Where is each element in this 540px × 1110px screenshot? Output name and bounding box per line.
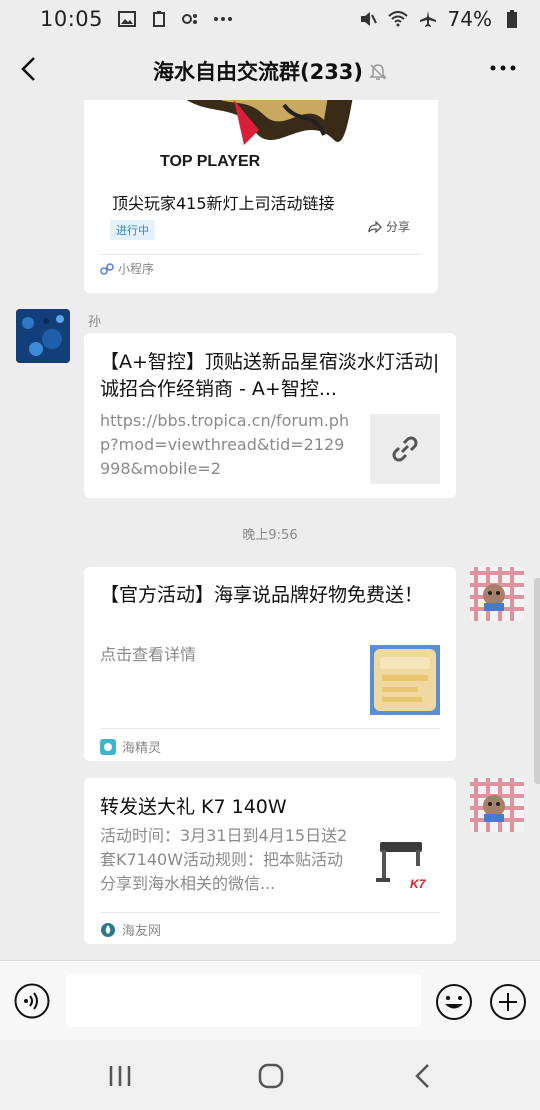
status-time: 10:05 bbox=[40, 7, 104, 31]
link-icon bbox=[392, 436, 418, 462]
mini-program-footer: 小程序 bbox=[100, 260, 154, 277]
status-system-icons: 74% bbox=[358, 7, 522, 31]
promo-source: 海精灵 bbox=[100, 737, 161, 756]
share-button[interactable]: 分享 bbox=[368, 218, 410, 235]
status-notification-icons bbox=[117, 10, 233, 28]
gift-thumbnail: K7 bbox=[370, 830, 440, 900]
mini-program-card[interactable]: TOP PLAYER 顶尖玩家415新灯上司活动链接 进行中 分享 小程序 bbox=[84, 100, 438, 293]
time-label: 晚上9:56 bbox=[242, 528, 298, 543]
sender-name: 孙 bbox=[88, 315, 102, 330]
divider bbox=[100, 728, 440, 729]
promo-title: 【官方活动】海享说品牌好物免费送！ bbox=[100, 584, 424, 606]
gift-source-label: 海友网 bbox=[122, 924, 162, 939]
status-bar: 10:05 74% bbox=[0, 0, 540, 38]
promo-source-label: 海精灵 bbox=[122, 741, 162, 756]
chat-title: 海水自由交流群(233) bbox=[0, 56, 540, 86]
bell-off-icon bbox=[369, 62, 387, 80]
chat-title-text: 海水自由交流群(233) bbox=[152, 60, 364, 84]
app-icon bbox=[101, 922, 115, 937]
plus-icon bbox=[490, 984, 526, 1020]
mute-icon bbox=[358, 10, 378, 28]
mini-program-icon bbox=[100, 262, 114, 275]
airplane-icon bbox=[418, 10, 438, 28]
promo-subtitle: 点击查看详情 bbox=[100, 645, 197, 664]
scrollbar[interactable] bbox=[534, 578, 540, 784]
app-icon bbox=[100, 738, 116, 755]
message-input[interactable] bbox=[66, 974, 421, 1027]
home-button[interactable] bbox=[251, 1060, 291, 1092]
recents-icon bbox=[109, 1066, 131, 1086]
divider bbox=[100, 912, 440, 913]
gallery-icon bbox=[117, 10, 137, 28]
chat-area[interactable]: TOP PLAYER 顶尖玩家415新灯上司活动链接 进行中 分享 小程序 孙 … bbox=[0, 100, 540, 960]
status-badge: 进行中 bbox=[110, 220, 155, 240]
wifi-icon bbox=[387, 10, 408, 28]
chat-header: 海水自由交流群(233) bbox=[0, 38, 540, 100]
more-icon bbox=[490, 65, 516, 71]
link-description: https://bbs.tropica.cn/forum.php?mod=vie… bbox=[100, 411, 350, 478]
more-button[interactable] bbox=[488, 56, 518, 80]
back-icon bbox=[415, 1064, 429, 1088]
share-icon bbox=[368, 220, 382, 233]
recents-button[interactable] bbox=[100, 1060, 140, 1092]
system-navigation-bar bbox=[0, 1040, 540, 1110]
mini-program-banner: TOP PLAYER bbox=[84, 100, 438, 170]
divider bbox=[100, 254, 422, 255]
clipboard-icon bbox=[149, 10, 169, 28]
battery-icon bbox=[502, 10, 522, 28]
avatar[interactable] bbox=[470, 567, 524, 621]
promo-card[interactable]: 【官方活动】海享说品牌好物免费送！ 点击查看详情 海精灵 bbox=[84, 567, 456, 761]
input-bar bbox=[0, 960, 540, 1040]
share-label: 分享 bbox=[385, 220, 410, 234]
gift-description: 活动时间：3月31日到4月15日送2套K7140W活动规则：把本贴活动分享到海水… bbox=[100, 826, 348, 893]
battery-percent: 74% bbox=[447, 7, 492, 31]
link-thumbnail bbox=[370, 414, 440, 484]
avatar[interactable] bbox=[16, 309, 70, 363]
home-icon bbox=[258, 1063, 284, 1089]
back-nav-button[interactable] bbox=[402, 1060, 442, 1092]
mini-program-title: 顶尖玩家415新灯上司活动链接 bbox=[112, 194, 335, 213]
more-notifications-icon bbox=[213, 10, 233, 28]
voice-button[interactable] bbox=[14, 983, 50, 1019]
emoji-button[interactable] bbox=[435, 983, 473, 1021]
svg-text:K7: K7 bbox=[410, 877, 427, 891]
banner-text: TOP PLAYER bbox=[160, 153, 261, 170]
gift-source: 海友网 bbox=[100, 920, 161, 939]
gift-title: 转发送大礼 K7 140W bbox=[100, 796, 287, 818]
avatar[interactable] bbox=[470, 778, 524, 832]
voice-icon bbox=[14, 983, 50, 1019]
mini-program-label: 小程序 bbox=[118, 262, 155, 276]
emoji-icon bbox=[436, 984, 472, 1020]
game-icon bbox=[181, 10, 201, 28]
link-title: 【A+智控】顶贴送新品星宿淡水灯活动|诚招合作经销商 - A+智控... bbox=[100, 351, 440, 400]
promo-thumbnail bbox=[370, 645, 440, 715]
plus-button[interactable] bbox=[489, 983, 527, 1021]
link-card[interactable]: 【A+智控】顶贴送新品星宿淡水灯活动|诚招合作经销商 - A+智控... htt… bbox=[84, 333, 456, 498]
gift-card[interactable]: 转发送大礼 K7 140W 活动时间：3月31日到4月15日送2套K7140W活… bbox=[84, 778, 456, 944]
